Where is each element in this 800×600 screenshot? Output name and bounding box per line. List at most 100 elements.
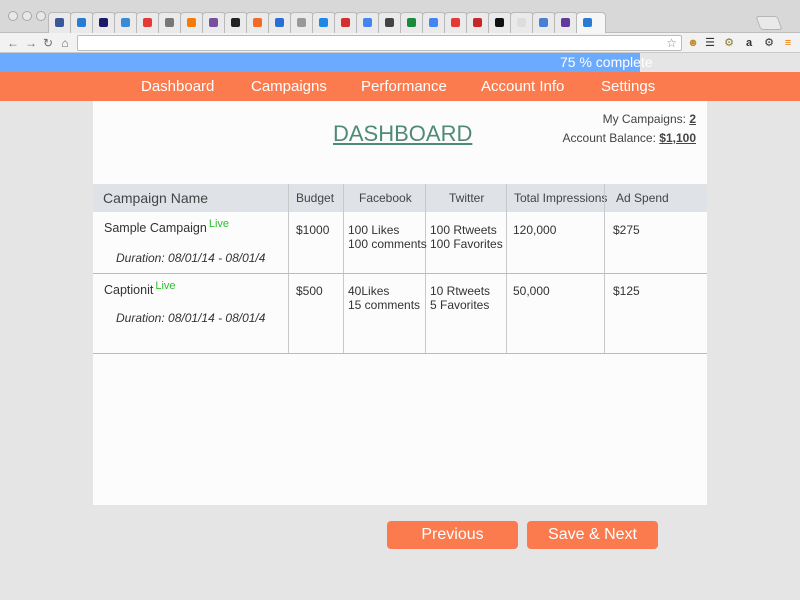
browser-tab[interactable] (70, 12, 94, 33)
tab-favicon-icon (495, 18, 504, 27)
account-balance-label: Account Balance: (562, 131, 656, 145)
browser-tab[interactable] (92, 12, 116, 33)
new-tab-button[interactable] (755, 16, 783, 30)
browser-tab[interactable] (290, 12, 314, 33)
progress-bar: 75 % complete (0, 53, 800, 72)
progress-fill (0, 53, 640, 72)
account-balance-summary: Account Balance: $1,100 (563, 131, 696, 145)
ad-spend-cell: $125 (613, 284, 640, 298)
tab-favicon-icon (187, 18, 196, 27)
browser-toolbar: ← → ↻ ⌂ ☆ ☻ ☰ ⚙ a ⚙ ≡ (0, 33, 800, 53)
status-badge: Live (208, 218, 230, 230)
header-twitter: Twitter (449, 191, 485, 205)
extension-face-icon[interactable]: ☻ (686, 36, 700, 50)
tab-favicon-icon (407, 18, 416, 27)
window-minimize-icon[interactable] (22, 11, 32, 21)
tab-favicon-icon (517, 18, 526, 27)
browser-tab[interactable] (114, 12, 138, 33)
tab-favicon-icon (539, 18, 548, 27)
campaign-duration: Duration: 08/01/14 - 08/01/4 (116, 251, 266, 265)
extension-layers-icon[interactable]: ☰ (703, 36, 717, 50)
browser-tab[interactable] (488, 12, 512, 33)
nav-performance[interactable]: Performance (361, 72, 447, 102)
nav-settings[interactable]: Settings (601, 72, 655, 102)
menu-icon[interactable]: ≡ (781, 36, 795, 50)
browser-tab[interactable] (576, 12, 606, 33)
extension-key-icon[interactable]: ⚙ (722, 36, 736, 50)
header-ad-spend: Ad Spend (616, 191, 669, 205)
header-total-impressions: Total Impressions (514, 191, 608, 205)
header-budget: Budget (296, 191, 335, 205)
campaign-name[interactable]: Sample Campaign (104, 221, 207, 235)
nav-campaigns[interactable]: Campaigns (251, 72, 327, 102)
tab-favicon-icon (363, 18, 372, 27)
browser-tab[interactable] (554, 12, 578, 33)
home-icon[interactable]: ⌂ (58, 35, 72, 51)
tab-favicon-icon (341, 18, 350, 27)
browser-tab[interactable] (136, 12, 160, 33)
window-close-icon[interactable] (8, 11, 18, 21)
tab-favicon-icon (253, 18, 262, 27)
forward-arrow-icon[interactable]: → (24, 35, 38, 51)
browser-tab[interactable] (466, 12, 490, 33)
main-nav: Dashboard Campaigns Performance Account … (0, 72, 800, 101)
settings-gear-icon[interactable]: ⚙ (762, 36, 776, 50)
campaign-name[interactable]: Captionit (104, 283, 153, 297)
dashboard-panel: DASHBOARD My Campaigns: 2 Account Balanc… (93, 101, 707, 505)
back-arrow-icon[interactable]: ← (6, 35, 20, 51)
browser-tab[interactable] (422, 12, 446, 33)
tab-favicon-icon (297, 18, 306, 27)
status-badge: Live (155, 280, 176, 292)
browser-tab[interactable] (532, 12, 556, 33)
column-divider (604, 184, 605, 354)
tab-favicon-icon (429, 18, 438, 27)
address-bar[interactable]: ☆ (77, 35, 682, 51)
tab-favicon-icon (231, 18, 240, 27)
browser-tabs (48, 12, 606, 33)
facebook-likes: 40Likes (348, 284, 390, 298)
browser-tab[interactable] (312, 12, 336, 33)
facebook-comments: 15 comments (348, 298, 421, 312)
budget-cell: $1000 (296, 223, 330, 237)
tab-favicon-icon (55, 18, 64, 27)
browser-tab[interactable] (158, 12, 182, 33)
browser-tab[interactable] (400, 12, 424, 33)
column-divider (288, 184, 289, 354)
browser-tab[interactable] (268, 12, 292, 33)
nav-account-info[interactable]: Account Info (481, 72, 564, 102)
tab-favicon-icon (319, 18, 328, 27)
browser-tab[interactable] (246, 12, 270, 33)
my-campaigns-summary: My Campaigns: 2 (603, 112, 696, 126)
nav-dashboard[interactable]: Dashboard (141, 72, 214, 102)
account-balance-value[interactable]: $1,100 (659, 131, 696, 145)
browser-tab[interactable] (510, 12, 534, 33)
browser-tab[interactable] (48, 12, 72, 33)
facebook-comments: 100 comments (348, 237, 427, 251)
twitter-retweets: 10 Rtweets (430, 284, 491, 298)
twitter-retweets: 100 Rtweets (430, 223, 497, 237)
browser-tab[interactable] (224, 12, 248, 33)
column-divider (506, 184, 507, 354)
browser-tab[interactable] (356, 12, 380, 33)
tab-favicon-icon (583, 18, 592, 27)
tab-favicon-icon (451, 18, 460, 27)
browser-tab[interactable] (180, 12, 204, 33)
tab-favicon-icon (77, 18, 86, 27)
my-campaigns-label: My Campaigns: (602, 112, 686, 126)
previous-button[interactable]: Previous (387, 521, 518, 549)
reload-icon[interactable]: ↻ (41, 35, 55, 51)
browser-tab[interactable] (202, 12, 226, 33)
twitter-favorites: 5 Favorites (430, 298, 490, 312)
browser-tab[interactable] (444, 12, 468, 33)
header-campaign-name: Campaign Name (103, 190, 209, 206)
my-campaigns-count[interactable]: 2 (689, 112, 696, 126)
column-divider (343, 184, 344, 354)
amazon-extension-icon[interactable]: a (742, 36, 756, 50)
window-zoom-icon[interactable] (36, 11, 46, 21)
browser-tab[interactable] (334, 12, 358, 33)
budget-cell: $500 (296, 284, 323, 298)
browser-tab[interactable] (378, 12, 402, 33)
bookmark-star-icon[interactable]: ☆ (666, 36, 677, 50)
impressions-cell: 120,000 (513, 223, 557, 237)
save-next-button[interactable]: Save & Next (527, 521, 658, 549)
